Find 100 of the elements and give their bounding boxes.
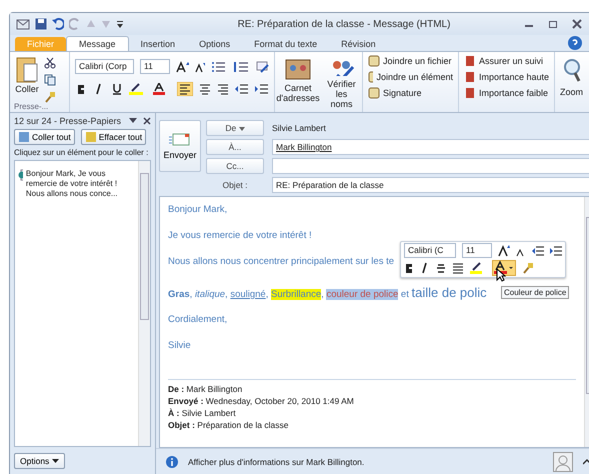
scissors-icon[interactable] [44, 57, 56, 69]
options-button[interactable]: Options [14, 453, 65, 469]
close-icon[interactable] [572, 19, 582, 29]
shrink-font-icon[interactable] [194, 60, 206, 72]
font-size-field[interactable]: 11 [140, 59, 170, 74]
caret-icon [52, 459, 59, 464]
zoom-label[interactable]: Zoom [560, 87, 584, 97]
ribbon-item[interactable]: Importance haute [478, 72, 549, 82]
quote-header-line: Objet : Préparation de la classe [168, 419, 290, 431]
caret-icon [238, 127, 245, 131]
body-paragraph: Nous allons nous concentrer principalement sur les te [168, 255, 394, 269]
dropdown-icon[interactable] [129, 118, 137, 124]
ribbon-item[interactable]: Joindre un fichier [383, 56, 452, 66]
to-button[interactable]: À... [206, 139, 264, 155]
font-size-field[interactable]: 11 [462, 243, 492, 258]
send-button[interactable]: Envoyer [159, 120, 201, 172]
numbered-list-icon[interactable] [234, 60, 250, 72]
quote-header-line: De : Mark Billington [168, 383, 244, 395]
body-paragraph: Cordialement, [168, 313, 228, 327]
cc-button[interactable]: Cc... [206, 158, 264, 174]
ribbon-item-icon[interactable] [368, 55, 380, 67]
help-icon[interactable] [568, 36, 582, 50]
subject-label: Objet : [221, 180, 249, 190]
styles-icon[interactable] [256, 60, 270, 72]
grow-font-icon[interactable] [498, 244, 510, 256]
decrease-indent-icon[interactable] [532, 244, 544, 256]
bullet-list-icon[interactable] [211, 60, 228, 72]
ribbon-item[interactable]: Assurer un suivi [479, 56, 544, 66]
increase-indent-icon[interactable] [255, 83, 269, 95]
address-book-icon[interactable] [285, 58, 311, 80]
body-paragraph: Bonjour Mark, [168, 203, 228, 217]
ribbon-button-label[interactable]: Vérifier les noms [326, 79, 357, 109]
pane-title: 12 sur 24 - Presse-Papiers [14, 116, 122, 126]
font-field[interactable]: Calibri (C [404, 243, 456, 258]
quote-header-line: À : Silvie Lambert [168, 407, 237, 419]
paste-label[interactable]: Coller [15, 84, 39, 94]
to-field[interactable]: Mark Billington [272, 139, 589, 155]
ribbon-tab[interactable]: Insertion [128, 37, 188, 51]
ribbon-tab[interactable]: Message [66, 36, 129, 51]
quote-header-line: Envoyé : Wednesday, October 20, 2010 1:49 AM [168, 395, 355, 407]
ribbon-item-icon[interactable] [464, 71, 476, 83]
font-color-icon[interactable] [492, 260, 516, 276]
align-left-icon[interactable] [177, 82, 193, 96]
customize-icon[interactable] [116, 19, 124, 29]
clipboard-item[interactable]: Bonjour Mark, Je vous remercie de votre intérêt ! Nous allons nous conce... [26, 169, 135, 199]
ribbon-item[interactable]: Joindre un élément [376, 72, 453, 82]
body-paragraph: Silvie [168, 339, 191, 353]
ribbon-button-label[interactable]: Carnet d'adresses [276, 83, 320, 103]
pane-button[interactable]: Coller tout [14, 129, 75, 145]
copy-icon[interactable] [44, 74, 56, 86]
align-right-icon[interactable] [217, 83, 229, 95]
envelope-icon [169, 132, 191, 146]
clipboard-icon[interactable] [15, 55, 39, 83]
clear-format-icon[interactable] [522, 262, 534, 274]
ribbon-item-icon[interactable] [368, 87, 380, 99]
info-icon [166, 456, 178, 468]
ribbon-item[interactable]: Signature [383, 88, 422, 98]
strikethrough-icon[interactable] [436, 262, 446, 274]
underline-icon[interactable] [111, 83, 123, 95]
close-icon[interactable] [143, 117, 151, 125]
from-button[interactable]: De [206, 120, 264, 136]
document-icon [18, 169, 23, 181]
erase-icon [84, 131, 97, 143]
grow-font-icon[interactable] [176, 60, 189, 72]
bold-icon[interactable] [404, 262, 414, 274]
cc-field[interactable] [272, 158, 589, 174]
ribbon-item-icon[interactable] [464, 87, 476, 99]
mouse-cursor-icon [496, 268, 506, 282]
tooltip: Couleur de police [501, 286, 570, 299]
restore-icon[interactable] [548, 19, 558, 29]
subject-field[interactable]: RE: Préparation de la classe [272, 177, 589, 193]
ribbon-tab[interactable]: Format du texte [242, 37, 330, 51]
ribbon-tab[interactable]: Options [187, 37, 242, 51]
ribbon-tab[interactable]: Révision [329, 37, 388, 51]
paste-icon [18, 131, 30, 143]
bold-icon[interactable] [75, 83, 87, 95]
scrollbar[interactable] [138, 161, 150, 446]
undo-icon[interactable] [52, 18, 64, 30]
italic-icon[interactable] [420, 262, 430, 274]
formatted-line: Gras, italique, souligné, Surbrillance, couleur de police et taille de polic [168, 285, 487, 302]
brush-icon[interactable] [44, 91, 56, 103]
align-center-icon[interactable] [199, 83, 211, 95]
pane-hint: Cliquez sur un élément pour le coller : [14, 148, 150, 157]
center-icon[interactable] [452, 262, 464, 274]
save-icon[interactable] [35, 18, 47, 30]
font-field[interactable]: Calibri (Corp [75, 59, 134, 74]
increase-indent-icon[interactable] [550, 244, 562, 256]
decrease-indent-icon[interactable] [235, 83, 249, 95]
pane-button[interactable]: Effacer tout [80, 129, 146, 145]
avatar-icon [553, 452, 573, 472]
window-title: RE: Préparation de la classe - Message (HTML) [236, 18, 452, 30]
ribbon-item[interactable]: Importance faible [479, 88, 548, 98]
status-text[interactable]: Afficher plus d'informations sur Mark Billington. [188, 457, 364, 467]
from-value: Silvie Lambert [272, 123, 326, 133]
zoom-icon[interactable] [562, 58, 582, 82]
envelope-icon[interactable] [16, 18, 30, 30]
expand-icon[interactable] [583, 459, 589, 465]
ribbon-item-icon[interactable] [368, 71, 374, 83]
group-label: Presse-... [14, 102, 48, 111]
ribbon-item-icon[interactable] [464, 55, 476, 67]
